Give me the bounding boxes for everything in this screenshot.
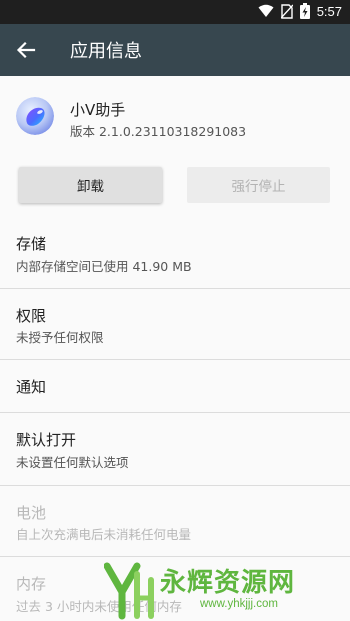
uninstall-button[interactable]: 卸载 (19, 167, 162, 203)
no-sim-icon (280, 3, 293, 19)
app-bar: 应用信息 (0, 24, 350, 76)
permissions-title: 权限 (16, 307, 47, 325)
watermark: 永辉资源网 www.yhkjjj.com (104, 560, 350, 621)
storage-subtitle: 内部存储空间已使用 41.90 MB (16, 259, 192, 274)
default-open-row[interactable]: 默认打开 未设置任何默认选项 (0, 413, 350, 485)
status-icons: 5:57 (258, 3, 342, 19)
notifications-row[interactable]: 通知 (0, 360, 350, 412)
battery-charging-icon (299, 3, 310, 19)
force-stop-button[interactable]: 强行停止 (187, 167, 330, 203)
back-button[interactable] (13, 37, 39, 63)
permissions-subtitle: 未授予任何权限 (16, 330, 104, 345)
app-orb-icon (16, 97, 54, 135)
watermark-title: 永辉资源网 (160, 568, 296, 598)
storage-row[interactable]: 存储 内部存储空间已使用 41.90 MB (0, 215, 350, 288)
arrow-left-icon (16, 41, 36, 59)
memory-title: 内存 (16, 575, 47, 593)
battery-row: 电池 自上次充满电后未消耗任何电量 (0, 486, 350, 556)
watermark-url: www.yhkjjj.com (200, 598, 278, 610)
app-name: 小V助手 (70, 101, 126, 119)
battery-title: 电池 (16, 504, 47, 522)
battery-subtitle: 自上次充满电后未消耗任何电量 (16, 527, 192, 542)
status-bar: 5:57 (0, 0, 350, 24)
notifications-title: 通知 (16, 378, 47, 396)
page-title: 应用信息 (70, 41, 142, 62)
status-time: 5:57 (316, 3, 342, 19)
wifi-icon (258, 4, 274, 17)
permissions-row[interactable]: 权限 未授予任何权限 (0, 289, 350, 359)
watermark-logo-icon (104, 562, 154, 620)
default-open-title: 默认打开 (16, 431, 77, 449)
app-version: 版本 2.1.0.23110318291083 (70, 124, 247, 139)
storage-title: 存储 (16, 235, 47, 253)
default-open-subtitle: 未设置任何默认选项 (16, 455, 129, 470)
